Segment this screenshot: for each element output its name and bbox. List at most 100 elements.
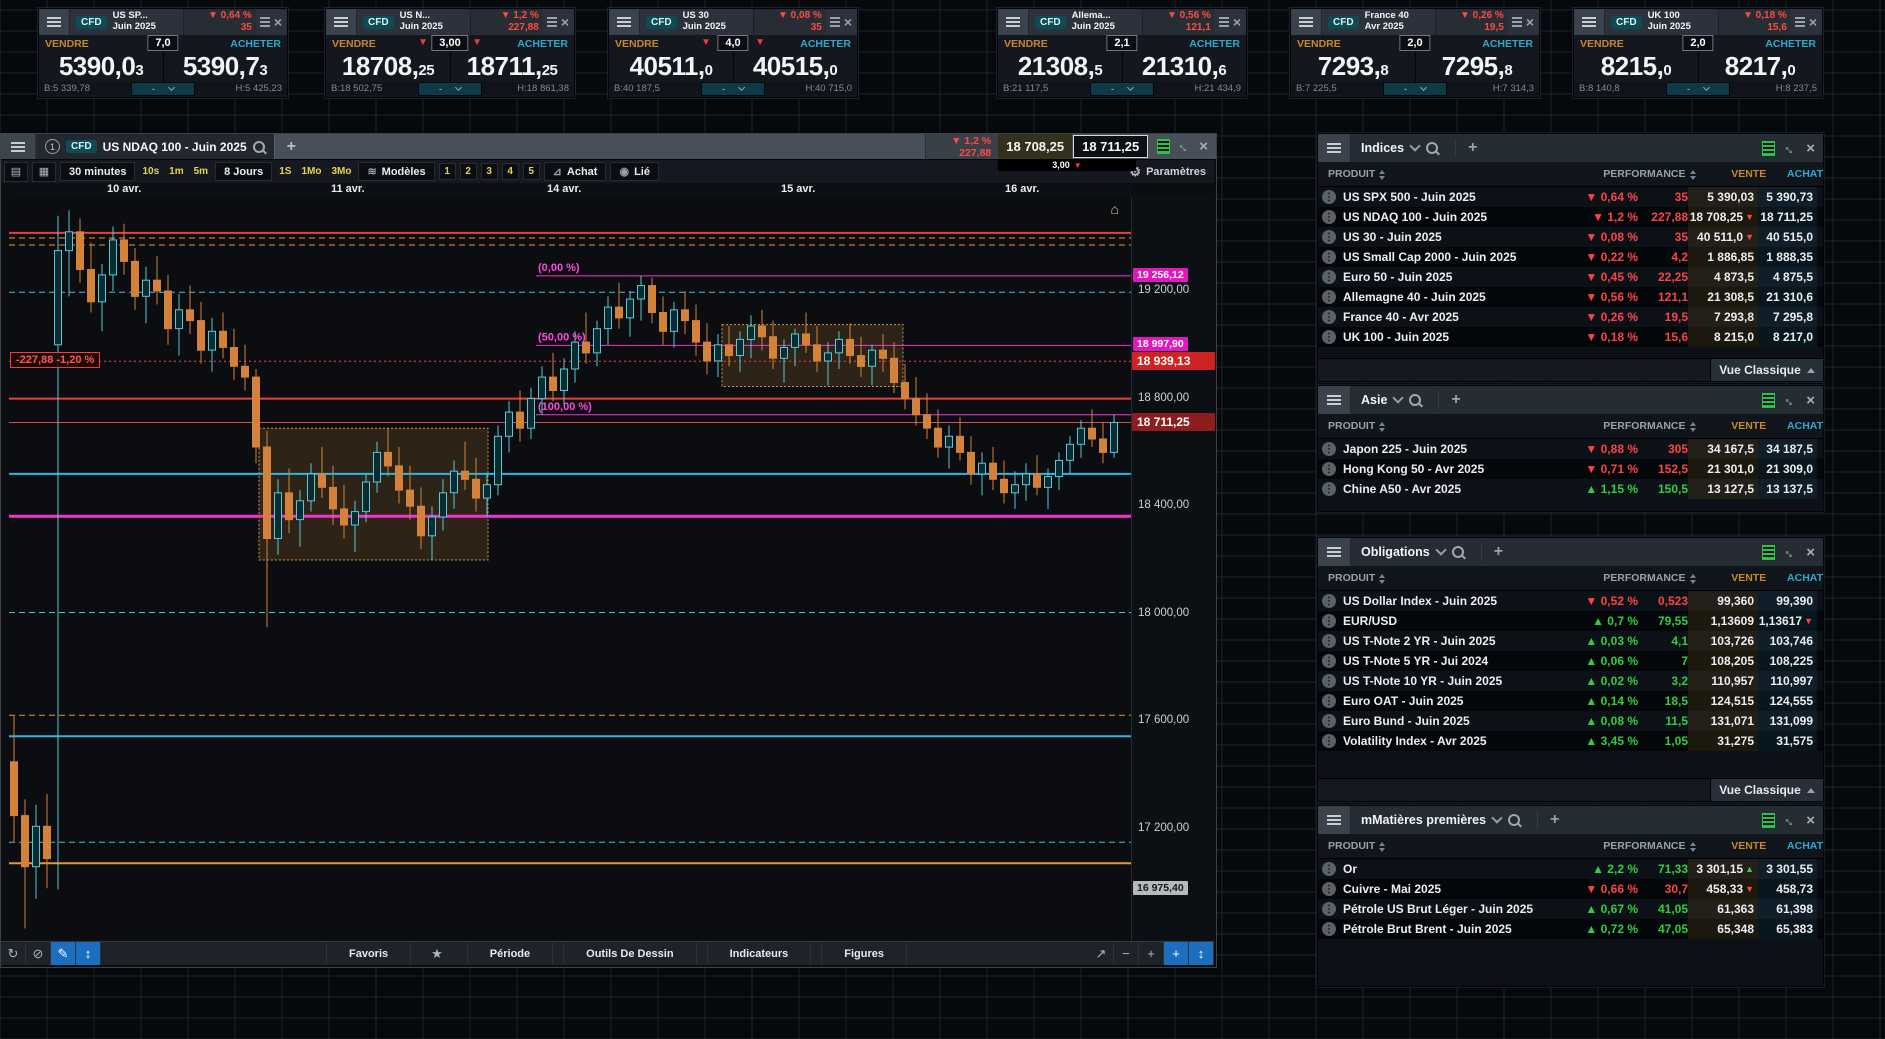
expand-icon[interactable]: ↔ [1781, 542, 1801, 562]
row-menu-icon[interactable]: ⋮ [1322, 230, 1336, 244]
sell-price-button[interactable]: 40511,0 [609, 51, 733, 82]
search-icon[interactable] [1409, 394, 1422, 406]
watchlist-row[interactable]: ⋮ US NDAQ 100 - Juin 2025 ▼ 1,2 % 227,88 1… [1318, 207, 1823, 227]
sell-price-button[interactable]: 103,726 [1688, 631, 1758, 651]
close-icon[interactable]: × [561, 14, 569, 30]
zoom-out-icon[interactable]: − [1114, 942, 1139, 965]
column-vente[interactable]: VENTE [1697, 168, 1766, 180]
chevron-down-icon[interactable] [1435, 544, 1447, 556]
buy-price-button[interactable]: 108,225 [1758, 651, 1817, 671]
menu-icon[interactable] [609, 9, 640, 35]
row-menu-icon[interactable]: ⋮ [1322, 594, 1336, 608]
models-button[interactable]: ≋ Modèles [358, 162, 435, 181]
search-icon[interactable] [252, 140, 265, 153]
model-2[interactable]: 2 [459, 163, 477, 180]
watchlist-row[interactable]: ⋮ Pétrole Brut Brent - Juin 2025 ▲ 0,72 %… [1318, 919, 1823, 939]
price-scale-icon[interactable]: ↕ [76, 942, 101, 965]
clear-drawings-icon[interactable]: ⊘ [26, 942, 51, 965]
buy-price-button[interactable]: 18 711,25 [1758, 207, 1817, 227]
row-menu-icon[interactable]: ⋮ [1322, 190, 1336, 204]
menu-icon[interactable] [326, 9, 357, 35]
row-menu-icon[interactable]: ⋮ [1322, 310, 1336, 324]
quantity-dropdown[interactable]: - [131, 82, 195, 96]
buy-price-button[interactable]: 34 187,5 [1758, 439, 1817, 459]
close-icon[interactable]: × [1526, 14, 1534, 30]
menu-icon[interactable] [1318, 806, 1351, 834]
menu-icon[interactable] [1318, 134, 1351, 162]
buy-price-button[interactable]: 124,555 [1758, 691, 1817, 711]
search-icon[interactable] [1426, 142, 1439, 154]
order-panel-icon[interactable]: ▤ [4, 161, 28, 182]
draw-mode-icon[interactable]: ✎ [51, 942, 76, 965]
chart-menu-icon[interactable] [1, 134, 36, 159]
chevron-down-icon[interactable] [1491, 812, 1503, 824]
mini-chart-icon[interactable] [1762, 812, 1776, 828]
linked-button[interactable]: ◉ Lié [610, 162, 659, 181]
buy-price-button[interactable]: 40515,0 [733, 51, 857, 82]
favorites-button[interactable]: Favoris [326, 942, 412, 965]
new-tab-button[interactable]: + [275, 134, 308, 159]
quantity-dropdown[interactable]: - [701, 82, 765, 96]
sell-price-button[interactable]: 99,360 [1688, 591, 1758, 611]
add-tab-icon[interactable]: + [1438, 391, 1461, 409]
buy-price-button[interactable]: 21310,6 [1122, 51, 1246, 82]
buy-price-button[interactable]: 21 310,6 [1758, 287, 1817, 307]
chevron-down-icon[interactable] [1409, 140, 1421, 152]
quantity-dropdown[interactable]: - [1383, 82, 1447, 96]
expand-icon[interactable]: ↔ [1781, 138, 1801, 158]
sell-price-button[interactable]: 8 215,0 [1688, 327, 1758, 347]
range-button[interactable]: 8 Jours [215, 162, 273, 181]
watchlist-row[interactable]: ⋮ Allemagne 40 - Juin 2025 ▼ 0,56 % 121,1 … [1318, 287, 1823, 307]
row-menu-icon[interactable]: ⋮ [1322, 862, 1336, 876]
timeframe-button[interactable]: 30 minutes [60, 162, 136, 181]
column-achat[interactable]: ACHAT [1766, 168, 1823, 180]
close-icon[interactable]: × [1806, 813, 1815, 828]
row-menu-icon[interactable]: ⋮ [1322, 882, 1336, 896]
row-menu-icon[interactable]: ⋮ [1322, 922, 1336, 936]
model-5[interactable]: 5 [522, 163, 540, 180]
watchlist-row[interactable]: ⋮ Chine A50 - Avr 2025 ▲ 1,15 % 150,5 13 1… [1318, 479, 1823, 499]
sell-price-button[interactable]: 65,348 [1688, 919, 1758, 939]
buy-price-button[interactable]: 65,383 [1758, 919, 1817, 939]
share-icon[interactable]: ↗ [1089, 942, 1114, 965]
sell-price-button[interactable]: 124,515 [1688, 691, 1758, 711]
buy-price-button[interactable]: 8 217,0 [1758, 327, 1817, 347]
buy-price-button[interactable]: 61,398 [1758, 899, 1817, 919]
buy-price-button[interactable]: 1,13617 ▼ [1758, 611, 1817, 631]
quantity-dropdown[interactable]: - [1090, 82, 1154, 96]
row-menu-icon[interactable]: ⋮ [1322, 654, 1336, 668]
quantity-dropdown[interactable]: - [1666, 82, 1730, 96]
quantity-dropdown[interactable]: - [418, 82, 482, 96]
add-tab-icon[interactable]: + [1480, 543, 1503, 561]
column-vente[interactable]: VENTE [1697, 572, 1766, 584]
column-performance[interactable]: PERFORMANCE [1567, 840, 1696, 852]
add-tab-icon[interactable]: + [1455, 139, 1477, 157]
watchlist-row[interactable]: ⋮ Euro OAT - Juin 2025 ▲ 0,14 % 18,5 124,5… [1318, 691, 1823, 711]
mini-chart-icon[interactable] [1762, 392, 1776, 408]
sell-price-button[interactable]: 8215,0 [1574, 51, 1698, 82]
buy-price-button[interactable]: 8217,0 [1698, 51, 1822, 82]
achat-mode-button[interactable]: ⊿ Achat [543, 162, 607, 181]
row-menu-icon[interactable]: ⋮ [1322, 442, 1336, 456]
timeframe-10s[interactable]: 10s [139, 166, 162, 177]
watchlist-row[interactable]: ⋮ US T-Note 5 YR - Jui 2024 ▲ 0,06 % 7 108… [1318, 651, 1823, 671]
home-icon[interactable]: ⌂ [1111, 201, 1119, 217]
sell-price-button[interactable]: 13 127,5 [1688, 479, 1758, 499]
column-produit[interactable]: PRODUIT [1318, 420, 1567, 432]
parameters-button[interactable]: Paramètres [1146, 166, 1206, 178]
column-achat[interactable]: ACHAT [1766, 572, 1823, 584]
depth-icon[interactable] [259, 17, 270, 27]
watchlist-row[interactable]: ⋮ Euro Bund - Juin 2025 ▲ 0,08 % 11,5 131,… [1318, 711, 1823, 731]
row-menu-icon[interactable]: ⋮ [1322, 694, 1336, 708]
chart-tab[interactable]: 1 CFD US NDAQ 100 - Juin 2025 [36, 134, 275, 159]
layout-grid-icon[interactable]: ▦ [32, 161, 56, 182]
sell-price-button[interactable]: 18708,25 [326, 51, 450, 82]
refresh-icon[interactable]: ↻ [1, 942, 26, 965]
close-icon[interactable]: × [1806, 393, 1815, 408]
menu-icon[interactable] [1318, 386, 1351, 414]
watchlist-row[interactable]: ⋮ Or ▲ 2,2 % 71,33 3 301,15 ▲ 3 301,55 [1318, 859, 1823, 879]
expand-icon[interactable]: ↔ [1175, 137, 1195, 157]
buy-price-button[interactable]: 110,997 [1758, 671, 1817, 691]
drawing-tools-button[interactable]: Outils De Dessin [563, 942, 697, 965]
timeframe-5m[interactable]: 5m [191, 166, 211, 177]
